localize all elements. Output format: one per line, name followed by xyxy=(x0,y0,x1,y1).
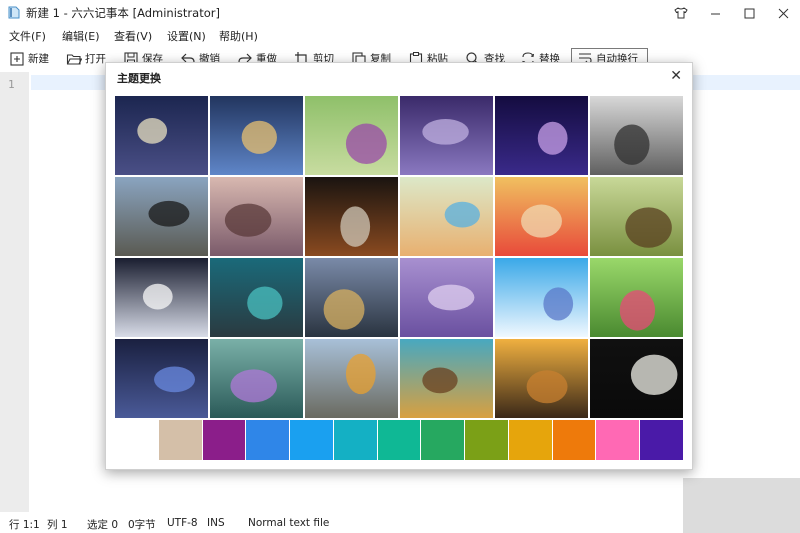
line-number: 1 xyxy=(8,78,15,91)
theme-thumbnail-vintage-camera[interactable] xyxy=(305,177,398,256)
color-swatch-row xyxy=(115,420,683,460)
status-selected: 选定 0 xyxy=(87,519,119,531)
theme-thumbnail-purple-sea-sunset[interactable] xyxy=(400,96,493,175)
status-bytes: 0字节 xyxy=(128,519,156,531)
theme-thumbnail-bw-pier[interactable] xyxy=(590,96,683,175)
theme-thumbnail-desert-car[interactable] xyxy=(400,339,493,418)
color-swatch[interactable] xyxy=(202,420,246,460)
theme-dialog: 主题更换 ✕ xyxy=(105,62,693,470)
theme-thumbnail-teal-bokeh[interactable] xyxy=(210,258,303,337)
menu-help[interactable]: 帮助(H) xyxy=(219,28,258,44)
color-swatch[interactable] xyxy=(552,420,596,460)
close-button[interactable] xyxy=(766,0,800,26)
theme-thumbnail-anime-girl-sky[interactable] xyxy=(495,258,588,337)
theme-thumbnail-toy-frog-green[interactable] xyxy=(590,177,683,256)
theme-thumbnail-girl-with-balloons[interactable] xyxy=(400,177,493,256)
theme-grid xyxy=(115,96,683,418)
new-file-icon xyxy=(10,51,24,66)
status-position: 行 1:1 xyxy=(9,519,40,531)
status-filetype: Normal text file xyxy=(248,517,330,529)
status-column: 列 1 xyxy=(47,519,68,531)
menu-settings[interactable]: 设置(N) xyxy=(167,28,206,44)
open-label: 打开 xyxy=(85,53,106,65)
color-swatch[interactable] xyxy=(377,420,421,460)
theme-thumbnail-purple-blossom-bokeh[interactable] xyxy=(210,339,303,418)
theme-thumbnail-purple-flowers-green[interactable] xyxy=(305,96,398,175)
status-encoding: UTF-8 xyxy=(167,517,198,529)
status-mode: INS xyxy=(207,517,225,529)
dialog-close-icon[interactable]: ✕ xyxy=(670,68,682,84)
theme-thumbnail-anime-girl-purple[interactable] xyxy=(495,96,588,175)
color-swatch[interactable] xyxy=(596,420,640,460)
menu-bar: 文件(F) 编辑(E) 查看(V) 设置(N) 帮助(H) xyxy=(0,26,800,46)
theme-thumbnail-starry-night-sky[interactable] xyxy=(115,96,208,175)
window-title: 新建 1 - 六六记事本 [Administrator] xyxy=(26,6,220,20)
theme-thumbnail-motorcycle-road[interactable] xyxy=(115,177,208,256)
skin-icon[interactable] xyxy=(664,0,698,26)
theme-thumbnail-sunset-grass[interactable] xyxy=(495,339,588,418)
open-button[interactable]: 打开 xyxy=(66,48,106,69)
theme-thumbnail-red-dress-girl[interactable] xyxy=(495,177,588,256)
color-swatch[interactable] xyxy=(508,420,552,460)
color-swatch[interactable] xyxy=(333,420,377,460)
theme-thumbnail-mountain-balloon[interactable] xyxy=(305,339,398,418)
dialog-title: 主题更换 xyxy=(117,72,161,85)
theme-thumbnail-eiffel-tower[interactable] xyxy=(210,177,303,256)
color-swatch[interactable] xyxy=(465,420,508,460)
menu-view[interactable]: 查看(V) xyxy=(114,28,152,44)
maximize-button[interactable] xyxy=(732,0,766,26)
new-button[interactable]: 新建 xyxy=(9,48,49,69)
menu-edit[interactable]: 编辑(E) xyxy=(62,28,100,44)
status-bar: 行 1:1 列 1 选定 0 0字节 UTF-8 INS Normal text… xyxy=(0,512,800,533)
theme-thumbnail-cat-moon[interactable] xyxy=(590,339,683,418)
theme-thumbnail-pink-flower[interactable] xyxy=(590,258,683,337)
color-swatch[interactable] xyxy=(246,420,290,460)
menu-file[interactable]: 文件(F) xyxy=(9,28,46,44)
color-swatch[interactable] xyxy=(158,420,202,460)
folder-open-icon xyxy=(66,53,82,65)
theme-thumbnail-snow-toy-figure[interactable] xyxy=(115,258,208,337)
color-swatch[interactable] xyxy=(421,420,465,460)
minimize-button[interactable] xyxy=(698,0,732,26)
theme-thumbnail-blue-butterfly[interactable] xyxy=(115,339,208,418)
line-number-gutter xyxy=(0,72,29,512)
theme-thumbnail-wisteria[interactable] xyxy=(400,258,493,337)
theme-thumbnail-cardboard-robot[interactable] xyxy=(305,258,398,337)
title-bar: 新建 1 - 六六记事本 [Administrator] xyxy=(0,0,800,26)
color-swatch[interactable] xyxy=(115,420,158,460)
theme-thumbnail-anime-knight-blue[interactable] xyxy=(210,96,303,175)
app-icon xyxy=(8,6,20,19)
watermark-patch xyxy=(683,478,800,533)
new-label: 新建 xyxy=(28,53,49,65)
color-swatch[interactable] xyxy=(640,420,683,460)
color-swatch[interactable] xyxy=(290,420,333,460)
